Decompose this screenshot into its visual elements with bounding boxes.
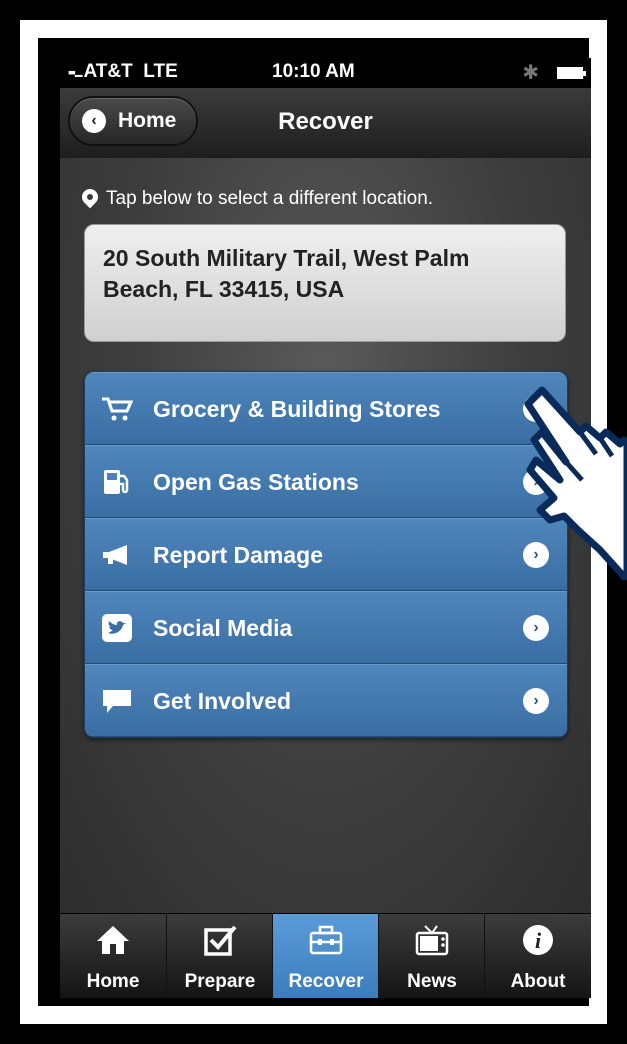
tab-prepare[interactable]: Prepare: [166, 914, 272, 998]
speech-bubble-icon: [103, 690, 131, 713]
bluetooth-icon: ✱: [522, 62, 539, 84]
tab-label: About: [510, 971, 566, 992]
location-hint-text: Tap below to select a different location…: [106, 188, 434, 209]
phone-screen: ▪▪.... AT&T LTE 10:10 AM ✱ ‹ Home Recover…: [60, 58, 591, 998]
twitter-icon: [102, 614, 132, 642]
cart-icon: [102, 397, 133, 421]
megaphone-icon: [103, 545, 127, 565]
house-icon: [97, 926, 129, 954]
location-selector[interactable]: 20 South Military Trail, West Palm Beach…: [84, 224, 566, 342]
tab-recover[interactable]: Recover: [272, 914, 378, 998]
signal-icon: ▪▪....: [68, 64, 84, 80]
tab-news[interactable]: News: [378, 914, 484, 998]
main-content: Tap below to select a different location…: [60, 158, 591, 913]
tab-bar: Home Prepare Recover News i About: [60, 913, 591, 998]
pointing-hand-icon: [524, 386, 627, 580]
tab-label: Recover: [288, 971, 364, 992]
menu-item-label: Social Media: [153, 615, 293, 641]
clock: 10:10 AM: [272, 61, 355, 82]
location-hint: Tap below to select a different location…: [78, 185, 434, 210]
page-title: Recover: [278, 108, 373, 135]
svg-text:i: i: [535, 928, 542, 953]
menu-item-label: Grocery & Building Stores: [153, 396, 441, 422]
menu-item-report-damage[interactable]: Report Damage ›: [85, 518, 567, 591]
tab-label: Home: [86, 971, 140, 992]
menu-item-label: Open Gas Stations: [153, 469, 359, 495]
map-pin-icon: [78, 185, 102, 209]
menu-item-get-involved[interactable]: Get Involved ›: [85, 664, 567, 737]
info-icon: i: [523, 925, 553, 955]
tab-about[interactable]: i About: [484, 914, 591, 998]
chevron-right-icon: ›: [523, 615, 549, 641]
chevron-right-icon: ›: [523, 688, 549, 714]
menu-item-grocery[interactable]: Grocery & Building Stores ›: [85, 372, 567, 445]
tab-label: News: [407, 971, 457, 992]
status-bar: ▪▪.... AT&T LTE 10:10 AM ✱: [60, 58, 591, 88]
menu-item-label: Report Damage: [153, 542, 323, 568]
toolbox-icon: [309, 925, 343, 955]
network-type: LTE: [143, 61, 178, 82]
carrier: ▪▪.... AT&T LTE: [68, 61, 178, 83]
gas-pump-icon: [104, 470, 129, 494]
menu-item-gas-stations[interactable]: Open Gas Stations ›: [85, 445, 567, 518]
navigation-bar: ‹ Home Recover: [60, 88, 591, 159]
tv-icon: [415, 925, 449, 956]
tab-home[interactable]: Home: [60, 914, 166, 998]
checkbox-icon: [204, 925, 237, 956]
carrier-name: AT&T: [83, 61, 133, 82]
menu-item-social-media[interactable]: Social Media ›: [85, 591, 567, 664]
battery-icon: [557, 67, 586, 79]
tab-label: Prepare: [184, 971, 256, 992]
menu-item-label: Get Involved: [153, 688, 292, 714]
recover-menu: Grocery & Building Stores › Open Gas Sta…: [84, 371, 568, 738]
